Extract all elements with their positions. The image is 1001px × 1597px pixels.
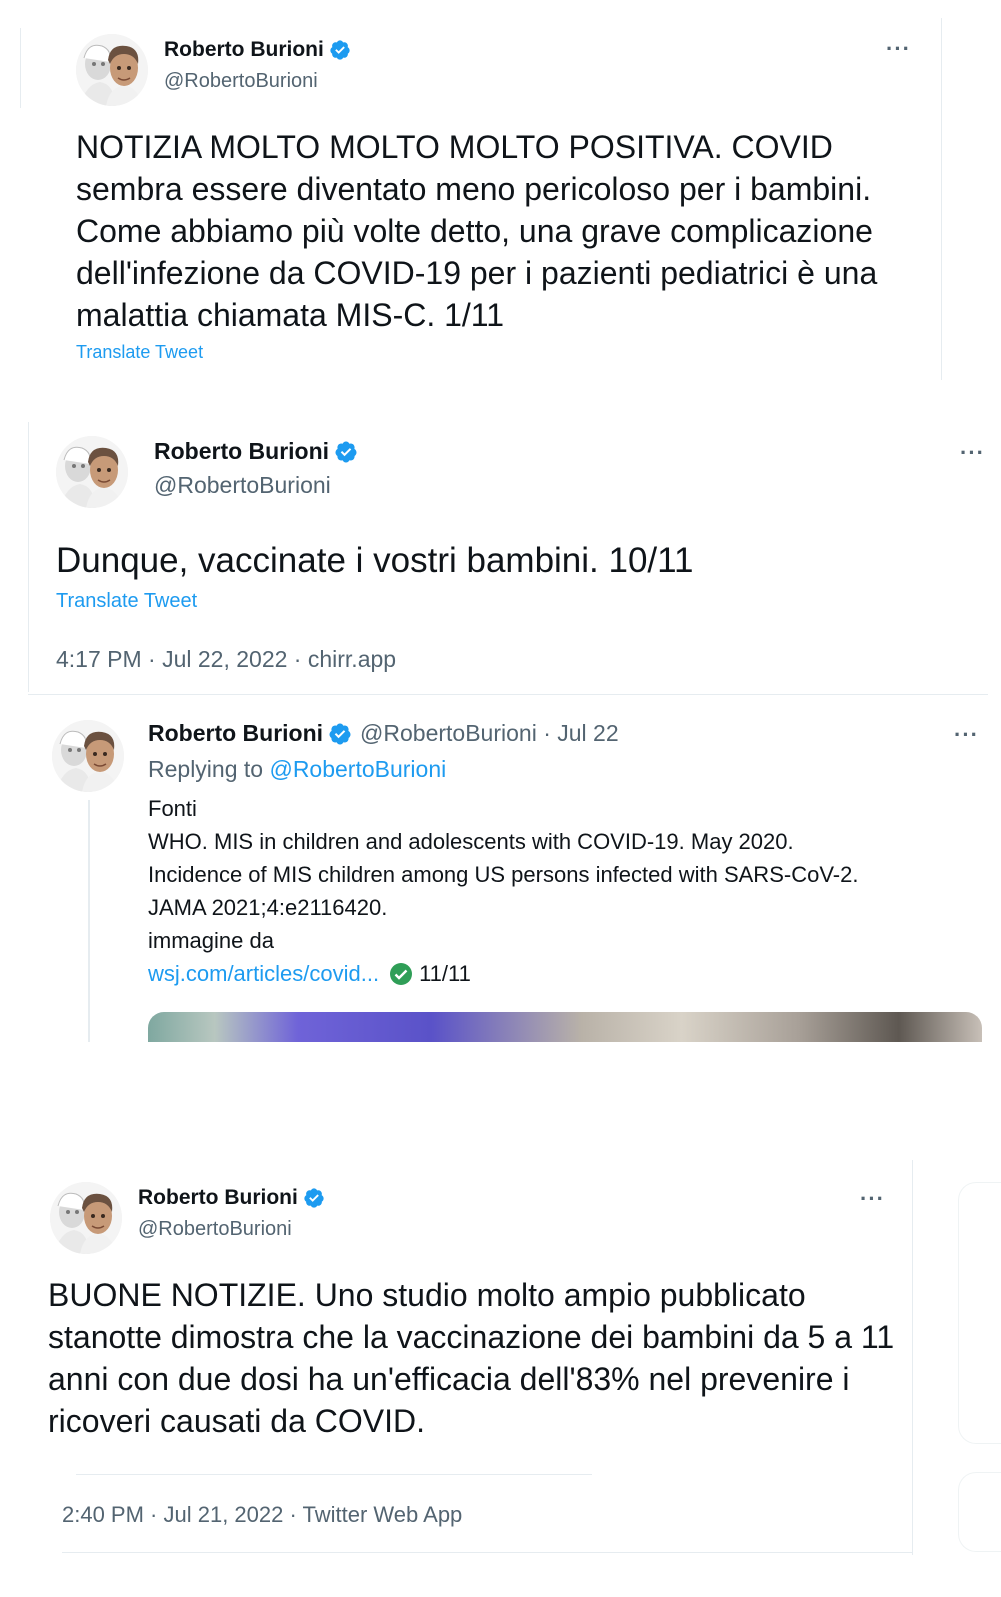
reply-link-row: wsj.com/articles/covid... 11/11: [148, 957, 988, 990]
reply-line: Incidence of MIS children among US perso…: [148, 862, 859, 887]
card-edge-left: [20, 28, 21, 108]
reply-line: WHO. MIS in children and adolescents wit…: [148, 829, 794, 854]
author-name-row[interactable]: Roberto Burioni: [164, 38, 351, 62]
more-options-icon[interactable]: ···: [886, 36, 911, 62]
avatar-image: [56, 436, 128, 508]
translate-tweet-link[interactable]: Translate Tweet: [56, 590, 197, 613]
avatar[interactable]: [76, 34, 148, 106]
reply-line: JAMA 2021;4:e2116420.: [148, 895, 388, 920]
card-edge-left: [28, 422, 29, 692]
avatar-image: [52, 720, 124, 792]
tweet-text: BUONE NOTIZIE. Uno studio molto ampio pu…: [48, 1277, 895, 1439]
author-handle[interactable]: @RobertoBurioni: [164, 70, 318, 93]
verified-badge-icon: [303, 1187, 325, 1209]
reply-text: Fonti WHO. MIS in children and adolescen…: [148, 792, 988, 990]
display-name[interactable]: Roberto Burioni: [154, 438, 329, 465]
reply-tweet[interactable]: Roberto Burioni @RobertoBurioni · Jul 22…: [0, 708, 1001, 1042]
thread-line: [88, 800, 90, 1042]
tweet-timestamp[interactable]: 2:40 PM · Jul 21, 2022 · Twitter Web App: [62, 1502, 462, 1528]
article-link[interactable]: wsj.com/articles/covid...: [148, 957, 379, 990]
tweet-timestamp[interactable]: 4:17 PM · Jul 22, 2022 · chirr.app: [56, 646, 396, 673]
tweet-text: NOTIZIA MOLTO MOLTO MOLTO POSITIVA. COVI…: [76, 129, 878, 333]
author-name-row[interactable]: Roberto Burioni: [154, 438, 358, 465]
handle-and-date[interactable]: @RobertoBurioni · Jul 22: [360, 720, 619, 747]
avatar-image: [50, 1182, 122, 1254]
divider: [28, 694, 988, 695]
more-options-icon[interactable]: ···: [860, 1186, 885, 1212]
display-name[interactable]: Roberto Burioni: [164, 38, 324, 62]
thread-count: 11/11: [419, 961, 471, 986]
avatar[interactable]: [52, 720, 124, 792]
verified-badge-icon: [328, 722, 352, 746]
replying-to-handle[interactable]: @RobertoBurioni: [269, 756, 446, 782]
side-panel-edge: [958, 1182, 1001, 1444]
replying-to: Replying to @RobertoBurioni: [148, 756, 446, 783]
check-mark-icon: [390, 962, 413, 985]
tweet-text: Dunque, vaccinate i vostri bambini. 10/1…: [56, 541, 694, 580]
more-options-icon[interactable]: ···: [960, 440, 985, 466]
card-edge-right: [912, 1160, 913, 1555]
author-name-row[interactable]: Roberto Burioni: [138, 1186, 325, 1210]
verified-badge-icon: [334, 440, 358, 464]
card-edge-right: [941, 18, 942, 380]
reply-line: immagine da: [148, 928, 274, 953]
tweet-2[interactable]: Roberto Burioni @RobertoBurioni ··· Dunq…: [0, 412, 1001, 1042]
author-handle[interactable]: @RobertoBurioni: [154, 472, 331, 499]
translate-tweet-link[interactable]: Translate Tweet: [76, 342, 203, 363]
reply-header[interactable]: Roberto Burioni @RobertoBurioni · Jul 22: [148, 720, 619, 747]
side-panel-edge: [958, 1472, 1001, 1552]
verified-badge-icon: [329, 39, 351, 61]
replying-to-prefix: Replying to: [148, 756, 270, 782]
media-preview[interactable]: [148, 1012, 982, 1042]
tweet-3[interactable]: Roberto Burioni @RobertoBurioni ··· BUON…: [0, 1160, 1001, 1597]
divider: [62, 1552, 912, 1553]
avatar-image: [76, 34, 148, 106]
tweet-1[interactable]: Roberto Burioni @RobertoBurioni ··· NOTI…: [20, 18, 942, 380]
reply-line: Fonti: [148, 796, 197, 821]
author-handle[interactable]: @RobertoBurioni: [138, 1218, 292, 1241]
avatar[interactable]: [50, 1182, 122, 1254]
avatar[interactable]: [56, 436, 128, 508]
display-name[interactable]: Roberto Burioni: [148, 720, 323, 747]
more-options-icon[interactable]: ···: [954, 722, 979, 748]
divider: [76, 1474, 592, 1475]
display-name[interactable]: Roberto Burioni: [138, 1186, 298, 1210]
